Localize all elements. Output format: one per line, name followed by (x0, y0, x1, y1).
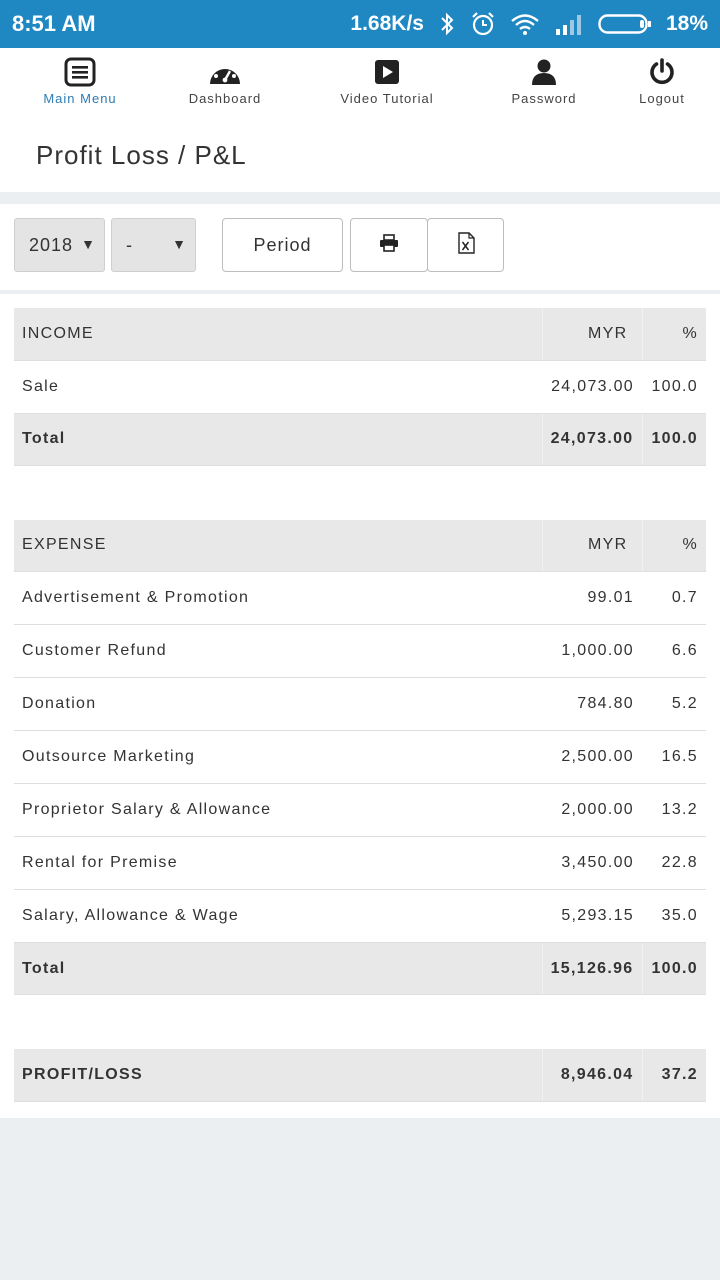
row-percent: 35.0 (642, 889, 706, 943)
power-icon (592, 57, 720, 87)
period-button[interactable]: Period (222, 218, 343, 272)
caret-down-icon: ▼ (81, 236, 96, 252)
table-row: Donation 784.80 5.2 (14, 677, 706, 731)
table-row: Advertisement & Promotion 99.01 0.7 (14, 571, 706, 625)
row-label: Sale (14, 360, 542, 414)
total-percent: 100.0 (641, 413, 706, 466)
row-label: Outsource Marketing (14, 730, 542, 784)
battery-percent: 18% (665, 12, 708, 35)
year-select[interactable]: 2018 ▼ (14, 218, 105, 272)
print-button[interactable] (350, 218, 428, 272)
nav-dashboard[interactable]: Dashboard (155, 57, 295, 106)
period-select[interactable]: - ▼ (111, 218, 196, 272)
nav-video-tutorial[interactable]: Video Tutorial (317, 57, 457, 106)
expense-header-currency: MYR (541, 519, 642, 572)
page-title: Profit Loss / P&L (36, 140, 247, 170)
total-label: Total (14, 413, 542, 466)
status-time: 8:51 AM (12, 11, 96, 36)
profit-loss-label: PROFIT/LOSS (14, 1049, 542, 1102)
profit-loss-percent: 37.2 (641, 1049, 706, 1102)
row-label: Donation (14, 677, 542, 731)
row-amount: 99.01 (542, 571, 642, 625)
income-header-label: INCOME (14, 308, 542, 361)
status-bar: 8:51 AM 1.68K/s 18% (0, 0, 720, 48)
row-percent: 13.2 (642, 783, 706, 837)
income-header-percent: % (641, 308, 706, 361)
nav-main-menu-label: Main Menu (43, 91, 117, 106)
nav-logout[interactable]: Logout (592, 57, 720, 106)
income-total-row: Total 24,073.00 100.0 (14, 413, 706, 466)
nav-dashboard-label: Dashboard (188, 91, 262, 106)
expense-total-row: Total 15,126.96 100.0 (14, 942, 706, 995)
table-row: Proprietor Salary & Allowance 2,000.00 1… (14, 783, 706, 837)
row-label: Salary, Allowance & Wage (14, 889, 542, 943)
row-amount: 2,000.00 (542, 783, 642, 837)
total-amount: 24,073.00 (541, 413, 642, 466)
title-area: Profit Loss / P&L (0, 118, 720, 192)
profit-loss-row: PROFIT/LOSS 8,946.04 37.2 (14, 1049, 706, 1102)
table-row: Customer Refund 1,000.00 6.6 (14, 624, 706, 678)
nav-video-tutorial-label: Video Tutorial (340, 91, 434, 106)
expense-header-label: EXPENSE (14, 519, 542, 572)
expense-header-percent: % (641, 519, 706, 572)
row-amount: 24,073.00 (542, 360, 642, 414)
top-navigation: Main Menu Dashboard Video Tutorial Passw… (0, 48, 720, 118)
income-table: INCOME MYR % Sale 24,073.00 100.0 Total … (14, 308, 706, 466)
row-label: Customer Refund (14, 624, 542, 678)
expense-header-row: EXPENSE MYR % (14, 519, 706, 572)
network-speed: 1.68K/s (350, 12, 424, 35)
profit-loss-table: PROFIT/LOSS 8,946.04 37.2 (14, 1049, 706, 1102)
row-percent: 0.7 (642, 571, 706, 625)
year-select-value: 2018 (29, 234, 74, 255)
row-amount: 784.80 (542, 677, 642, 731)
table-row: Sale 24,073.00 100.0 (14, 360, 706, 414)
row-percent: 16.5 (642, 730, 706, 784)
total-amount: 15,126.96 (541, 942, 642, 995)
caret-down-icon: ▼ (172, 236, 187, 252)
app-content: Main Menu Dashboard Video Tutorial Passw… (0, 48, 720, 1118)
period-select-value: - (126, 234, 133, 255)
table-row: Salary, Allowance & Wage 5,293.15 35.0 (14, 889, 706, 943)
row-label: Rental for Premise (14, 836, 542, 890)
excel-export-icon (457, 231, 475, 259)
table-row: Outsource Marketing 2,500.00 16.5 (14, 730, 706, 784)
row-amount: 5,293.15 (542, 889, 642, 943)
nav-main-menu[interactable]: Main Menu (10, 57, 150, 106)
income-header-currency: MYR (541, 308, 642, 361)
divider (0, 192, 720, 204)
nav-logout-label: Logout (639, 91, 685, 106)
battery-icon (598, 13, 652, 35)
bluetooth-icon (438, 12, 456, 36)
excel-export-button[interactable] (427, 218, 504, 272)
row-amount: 3,450.00 (542, 836, 642, 890)
total-percent: 100.0 (641, 942, 706, 995)
video-play-icon (317, 57, 457, 87)
report-content: INCOME MYR % Sale 24,073.00 100.0 Total … (0, 294, 720, 1118)
row-percent: 5.2 (642, 677, 706, 731)
print-icon (379, 233, 399, 257)
row-percent: 100.0 (642, 360, 706, 414)
menu-icon (10, 57, 150, 87)
table-row: Rental for Premise 3,450.00 22.8 (14, 836, 706, 890)
expense-table: EXPENSE MYR % Advertisement & Promotion … (14, 519, 706, 995)
total-label: Total (14, 942, 542, 995)
filter-toolbar: 2018 ▼ - ▼ Period (0, 204, 720, 290)
alarm-icon (470, 11, 496, 37)
dashboard-gauge-icon (155, 57, 295, 87)
row-label: Proprietor Salary & Allowance (14, 783, 542, 837)
wifi-icon (510, 12, 540, 36)
row-amount: 2,500.00 (542, 730, 642, 784)
row-percent: 6.6 (642, 624, 706, 678)
income-header-row: INCOME MYR % (14, 308, 706, 361)
signal-icon (554, 13, 584, 35)
row-amount: 1,000.00 (542, 624, 642, 678)
row-percent: 22.8 (642, 836, 706, 890)
row-label: Advertisement & Promotion (14, 571, 542, 625)
profit-loss-amount: 8,946.04 (541, 1049, 642, 1102)
